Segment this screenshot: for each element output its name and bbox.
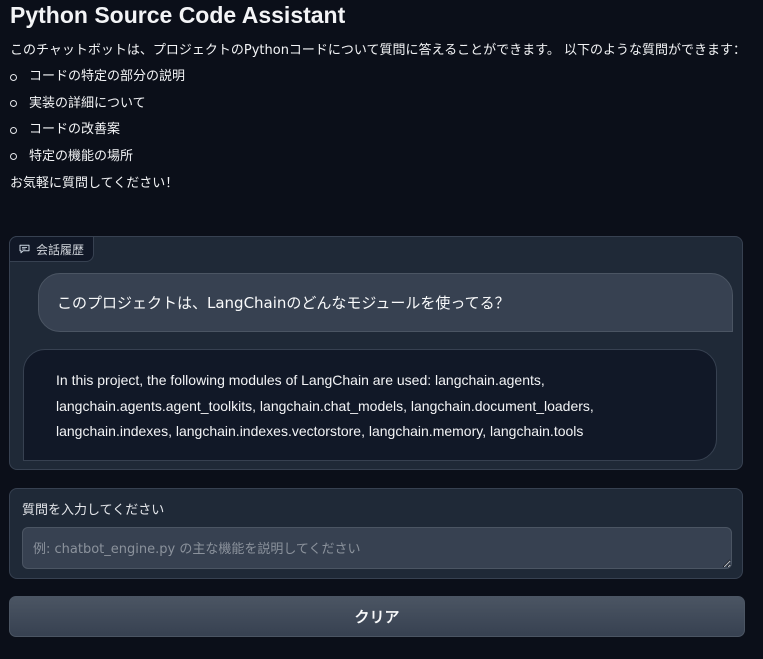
intro-section: このチャットボットは、プロジェクトのPythonコードについて質問に答えることが… [10,40,750,194]
bullet-icon [10,126,17,134]
chat-bubble-icon [19,244,30,254]
chat-history-label: 会話履歴 [9,236,95,262]
bullet-icon [10,73,17,81]
intro-list-item-text: 実装の詳細について [29,95,146,111]
intro-list-item: 特定の機能の場所 [10,144,750,171]
intro-list-item: 実装の詳細について [10,91,750,118]
clear-button[interactable]: クリア [9,596,745,637]
intro-closing: お気軽に質問してください！ [10,176,179,191]
bullet-icon [10,100,17,107]
question-input-label: 質問を入力してください [22,503,165,518]
intro-list-item-text: コードの特定の部分の説明 [29,69,186,84]
question-input-panel: 質問を入力してください [9,488,743,579]
assistant-message: In this project, the following modules o… [23,349,717,461]
intro-list-item: コードの特定の部分の説明 [10,64,750,91]
intro-list-item-text: コードの改善案 [29,122,121,137]
intro-list-item-text: 特定の機能の場所 [29,148,134,164]
bullet-icon [10,153,17,160]
chat-history-panel[interactable]: 会話履歴 このプロジェクトは、LangChainのどんなモジュールを使ってる？ … [9,236,743,470]
intro-list-item: コードの改善案 [10,117,750,144]
app-title: Python Source Code Assistant [10,2,346,28]
intro-description: このチャットボットは、プロジェクトのPythonコードについて質問に答えることが… [10,43,746,58]
intro-list: コードの特定の部分の説明 実装の詳細について コードの改善案 特定の機能の場所 [10,64,750,170]
user-message: このプロジェクトは、LangChainのどんなモジュールを使ってる？ [38,273,733,332]
chat-history-label-text: 会話履歴 [36,242,85,257]
question-input[interactable] [22,527,732,569]
